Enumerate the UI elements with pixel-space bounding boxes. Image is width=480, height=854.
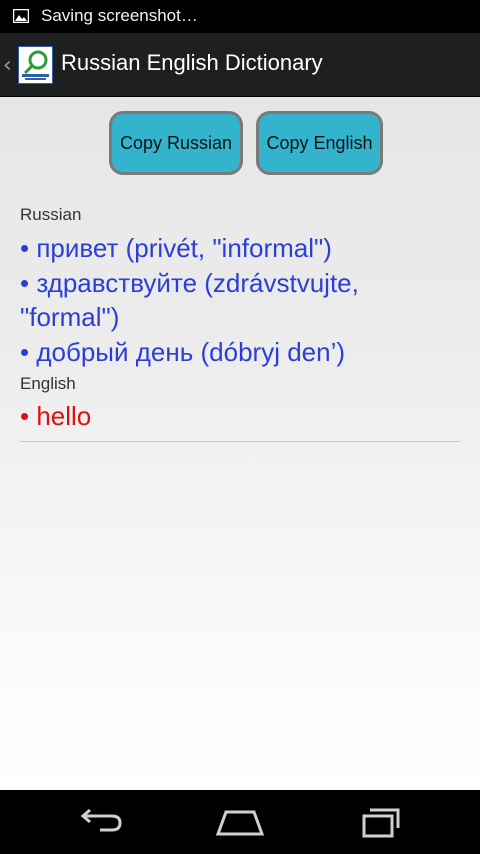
russian-label: Russian: [20, 205, 82, 224]
navigation-bar: [0, 790, 480, 854]
home-icon[interactable]: [210, 804, 270, 840]
action-bar: ‹ Russian English Dictionary: [0, 33, 480, 97]
back-icon[interactable]: [70, 804, 130, 840]
recent-apps-icon[interactable]: [350, 804, 410, 840]
dictionary-content: Copy Russian Copy English Russian • прив…: [0, 97, 480, 790]
notification-text: Saving screenshot…: [41, 6, 198, 25]
app-logo-icon[interactable]: [18, 46, 53, 84]
english-entry: • hello: [20, 401, 92, 431]
copy-english-button[interactable]: Copy English: [256, 111, 383, 175]
page-title: Russian English Dictionary: [61, 50, 323, 75]
russian-entry: • привет (privét, "informal"): [20, 233, 332, 263]
image-icon: [13, 9, 29, 23]
status-bar: Saving screenshot…: [0, 0, 480, 33]
divider: [20, 441, 460, 442]
copy-russian-button[interactable]: Copy Russian: [109, 111, 243, 175]
russian-entry: • добрый день (dóbryj den’): [20, 337, 346, 367]
russian-entry: • здравствуйте (zdrávstvujte, "formal"): [20, 268, 359, 332]
up-chevron-icon[interactable]: ‹: [3, 53, 12, 78]
english-label: English: [20, 374, 76, 393]
